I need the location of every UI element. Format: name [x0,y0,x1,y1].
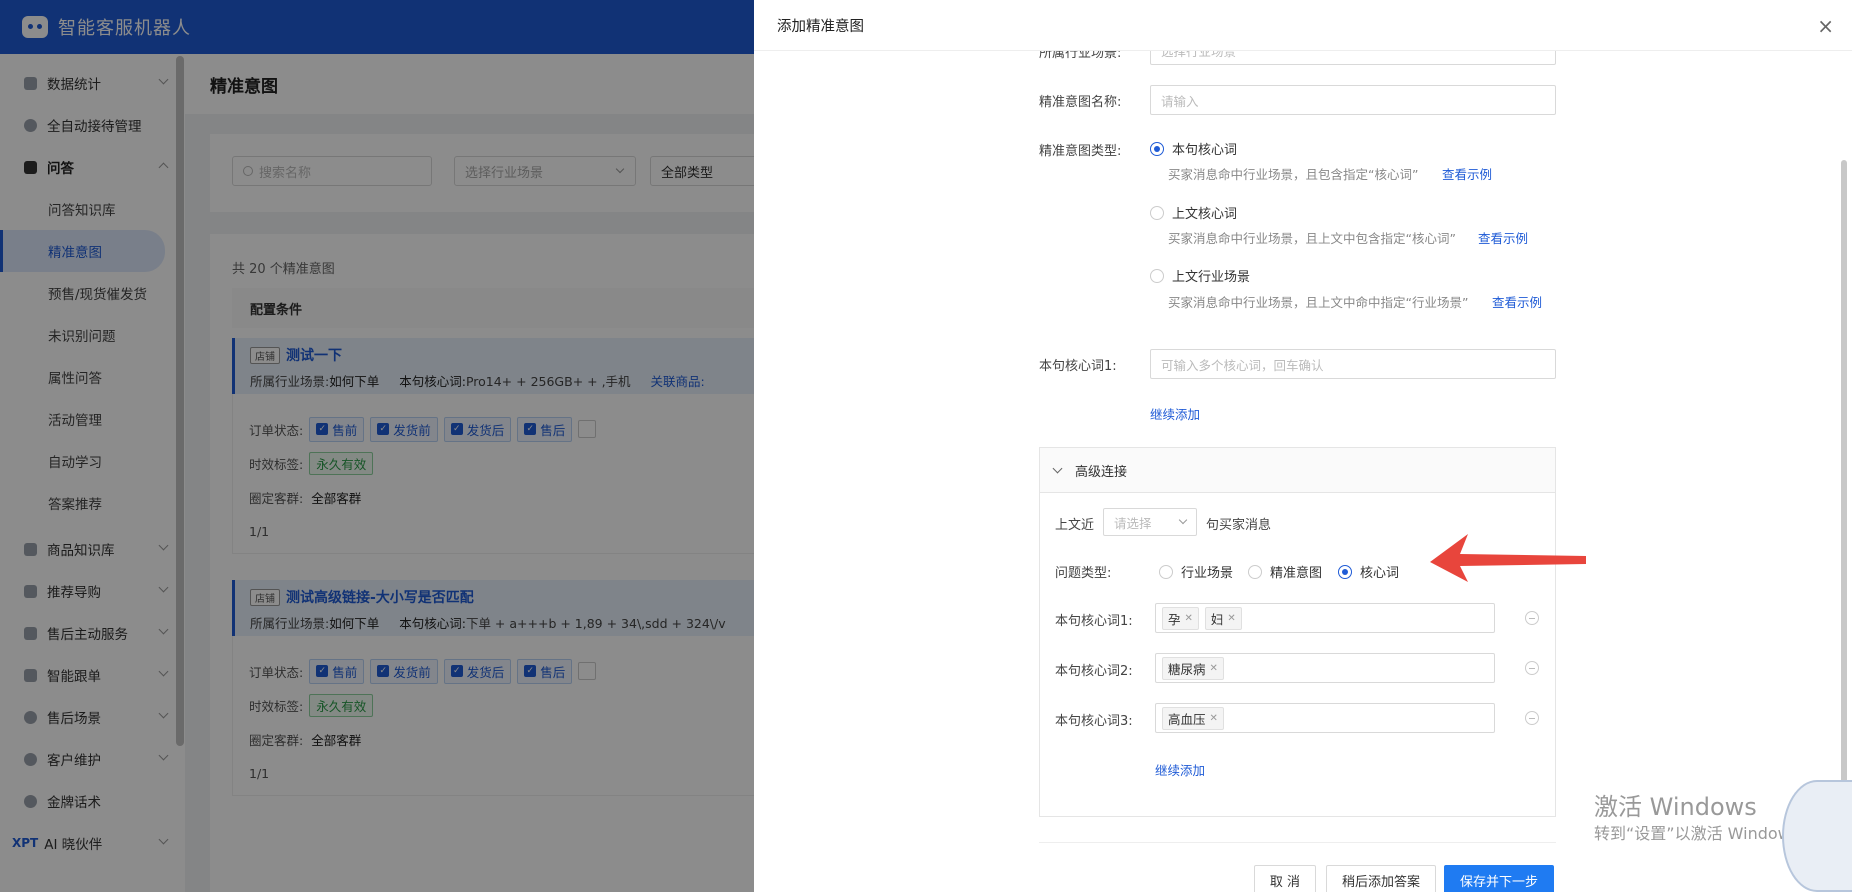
keyword-tag: 孕 ✕ [1162,606,1199,630]
remove-row-icon[interactable] [1525,611,1539,625]
advanced-header[interactable]: 高级连接 [1040,448,1555,493]
drawer-title: 添加精准意图 [777,19,864,35]
prev-count-select[interactable]: 请选择 [1103,508,1197,536]
close-icon[interactable]: × [1817,16,1834,36]
option-description: 买家消息命中行业场景，且上文中包含指定“核心词” [1168,231,1456,246]
adv-keyword1-input[interactable]: 孕 ✕ 妇 ✕ [1155,603,1495,633]
option-description: 买家消息命中行业场景，且包含指定“核心词” [1168,167,1419,182]
keyword-tag: 糖尿病 ✕ [1162,656,1224,680]
prev-label: 上文近 [1055,518,1095,533]
adv-continue-add-link[interactable]: 继续添加 [1155,760,1205,779]
radio-checked-icon [1338,564,1352,579]
radio-checked-icon [1150,141,1164,156]
adv-keyword3-input[interactable]: 高血压 ✕ [1155,703,1495,733]
divider [1039,842,1556,843]
cancel-button[interactable]: 取 消 [1254,865,1316,892]
view-example-link[interactable]: 查看示例 [1492,292,1542,311]
radio-sentence-keyword[interactable]: 本句核心词 [1150,139,1237,158]
chevron-down-icon [1052,463,1063,473]
keyword-tag: 妇 ✕ [1204,606,1242,630]
close-icon[interactable]: ✕ [1227,613,1235,624]
keyword-tag: 高血压 ✕ [1162,706,1224,730]
modal-overlay[interactable] [0,0,754,892]
advanced-connection-panel: 高级连接 上文近 请选择 句买家消息 问题类型: 行业场景 精准意图 核心词 本… [1039,447,1556,817]
adv-keyword1-label: 本句核心词1: [1055,614,1133,629]
save-next-button[interactable]: 保存并下一步 [1444,865,1554,892]
industry-field-clipped: 所属行业场景: 选择行业场景 [1039,51,1556,67]
view-example-link[interactable]: 查看示例 [1478,228,1528,247]
radio-qtype-intent[interactable]: 精准意图 [1248,562,1322,581]
adv-keyword3-label: 本句核心词3: [1055,714,1133,729]
keyword1-input[interactable]: 可输入多个核心词，回车确认 [1150,349,1556,379]
keyword1-label: 本句核心词1: [1039,359,1117,374]
chevron-down-icon [1178,515,1188,525]
radio-context-keyword[interactable]: 上文核心词 [1150,203,1237,222]
radio-unchecked-icon [1150,268,1164,283]
add-answer-later-button[interactable]: 稍后添加答案 [1326,865,1436,892]
radio-context-industry[interactable]: 上文行业场景 [1150,266,1250,285]
radio-unchecked-icon [1150,205,1164,220]
close-icon[interactable]: ✕ [1185,613,1193,624]
option-description: 买家消息命中行业场景，且上文中命中指定“行业场景” [1168,295,1469,310]
annotation-arrow-icon [1430,534,1586,582]
windows-watermark-title: 激活 Windows [1594,793,1757,821]
radio-qtype-industry[interactable]: 行业场景 [1159,562,1233,581]
radio-unchecked-icon [1248,564,1262,579]
continue-add-link[interactable]: 继续添加 [1150,404,1200,423]
adv-keyword2-input[interactable]: 糖尿病 ✕ [1155,653,1495,683]
name-label: 精准意图名称: [1039,95,1122,110]
add-intent-drawer: 添加精准意图 × 所属行业场景: 选择行业场景 精准意图名称: 请输入 精准意图… [754,0,1852,892]
close-icon[interactable]: ✕ [1210,713,1218,724]
prev-suffix: 句买家消息 [1206,518,1272,533]
adv-keyword2-label: 本句核心词2: [1055,664,1133,679]
view-example-link[interactable]: 查看示例 [1442,164,1492,183]
qtype-label: 问题类型: [1055,566,1112,581]
mascot-icon [1782,780,1852,892]
type-label: 精准意图类型: [1039,144,1122,159]
name-input[interactable]: 请输入 [1150,85,1556,115]
close-icon[interactable]: ✕ [1210,663,1218,674]
remove-row-icon[interactable] [1525,711,1539,725]
remove-row-icon[interactable] [1525,661,1539,675]
radio-unchecked-icon [1159,564,1173,579]
radio-qtype-keyword[interactable]: 核心词 [1338,562,1399,581]
industry-select[interactable]: 选择行业场景 [1150,51,1556,65]
